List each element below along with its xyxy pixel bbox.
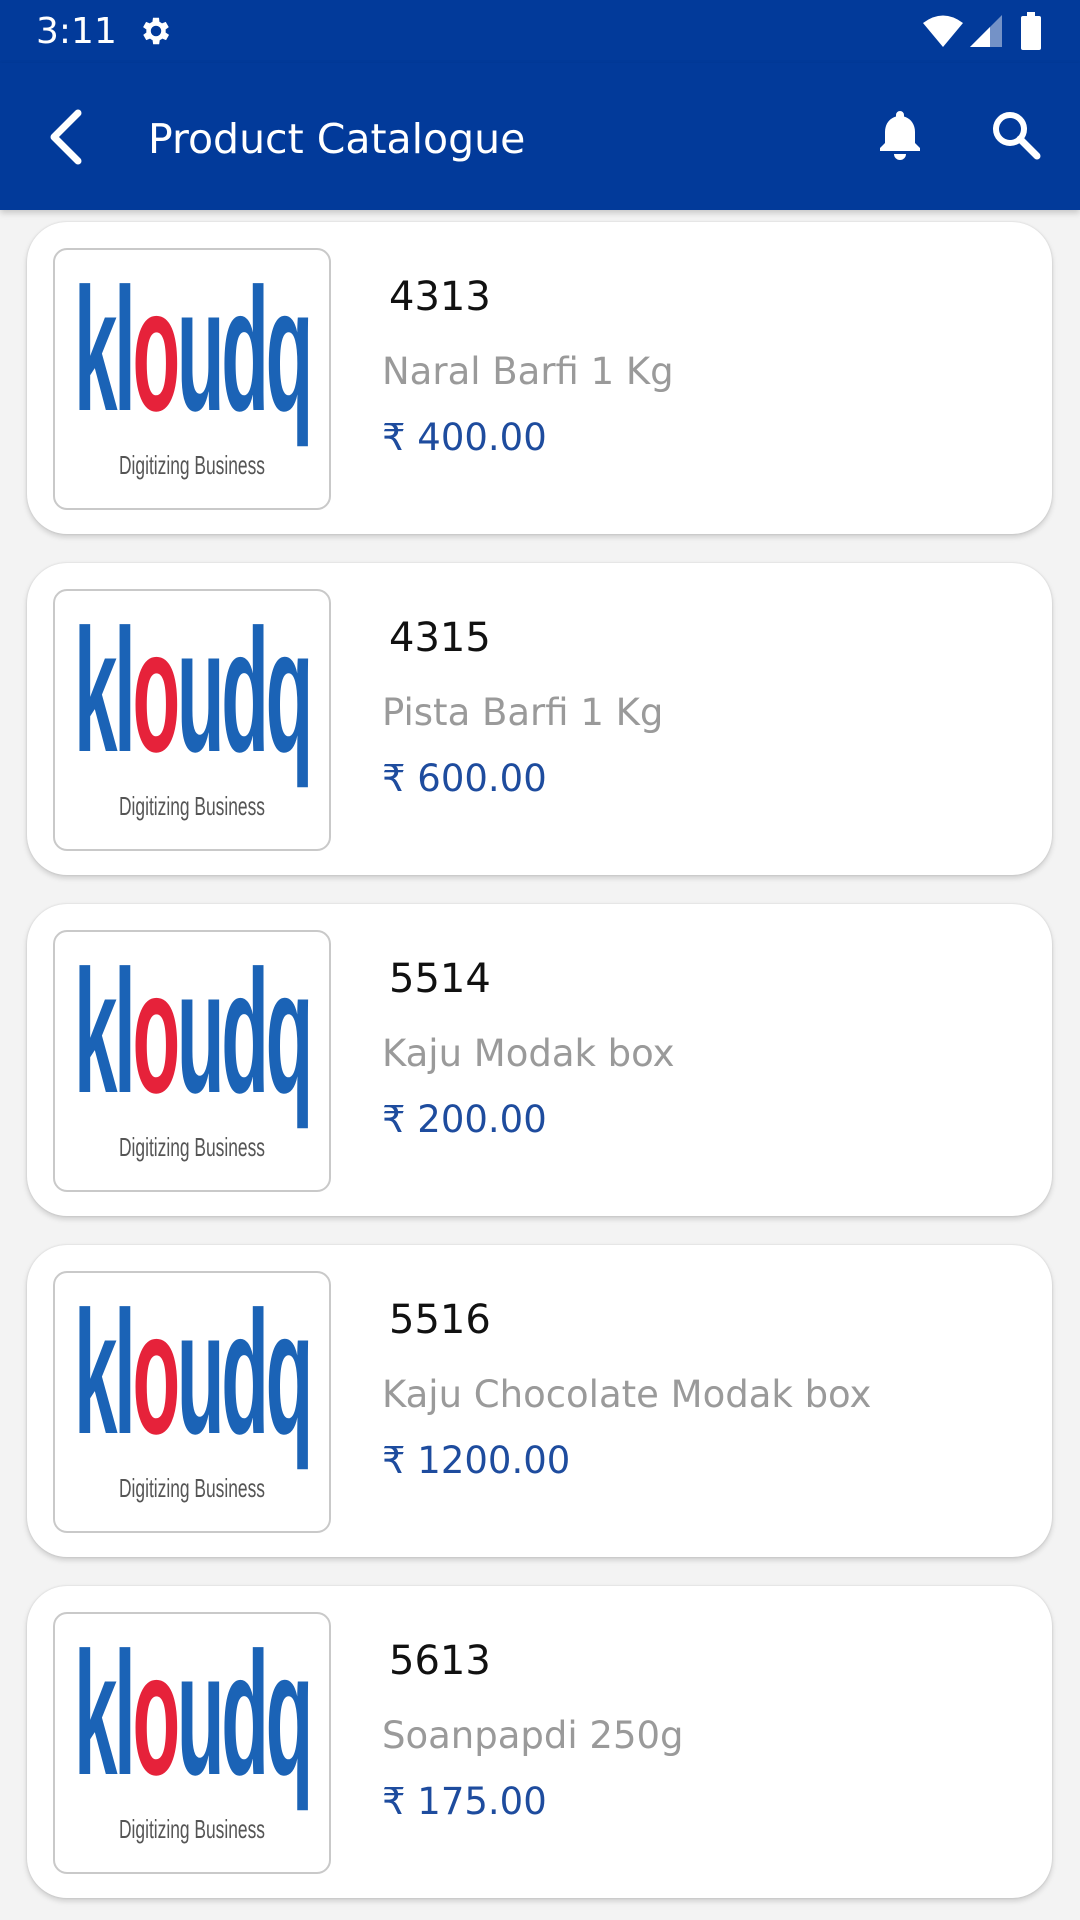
svg-text:Digitizing Business: Digitizing Business bbox=[119, 1132, 265, 1162]
kloudq-logo: kloudq Digitizing Business bbox=[74, 1275, 316, 1503]
product-name: Soanpapdi 250g bbox=[382, 1714, 684, 1757]
svg-text:kloudq: kloudq bbox=[74, 252, 310, 447]
signal-icon bbox=[968, 14, 1004, 48]
bell-icon bbox=[878, 109, 922, 165]
notifications-button[interactable] bbox=[868, 101, 932, 173]
back-button[interactable] bbox=[30, 103, 102, 175]
product-name: Pista Barfi 1 Kg bbox=[382, 691, 664, 734]
product-image: kloudq Digitizing Business bbox=[53, 930, 331, 1192]
product-name: Naral Barfi 1 Kg bbox=[382, 350, 674, 393]
product-price: ₹ 175.00 bbox=[382, 1780, 547, 1823]
status-time: 3:11 bbox=[36, 11, 117, 52]
product-image: kloudq Digitizing Business bbox=[53, 589, 331, 851]
product-price: ₹ 200.00 bbox=[382, 1098, 547, 1141]
product-code: 5516 bbox=[389, 1297, 491, 1343]
product-price: ₹ 600.00 bbox=[382, 757, 547, 800]
kloudq-logo: kloudq Digitizing Business bbox=[74, 593, 316, 821]
product-image: kloudq Digitizing Business bbox=[53, 1612, 331, 1874]
product-code: 4313 bbox=[389, 274, 491, 320]
search-icon bbox=[990, 109, 1042, 165]
product-image: kloudq Digitizing Business bbox=[53, 248, 331, 510]
svg-text:Digitizing Business: Digitizing Business bbox=[119, 450, 265, 480]
product-card[interactable]: kloudq Digitizing Business 5514 Kaju Mod… bbox=[27, 904, 1052, 1216]
product-card[interactable]: kloudq Digitizing Business 5613 Soanpapd… bbox=[27, 1586, 1052, 1898]
product-code: 5514 bbox=[389, 956, 491, 1002]
product-code: 4315 bbox=[389, 615, 491, 661]
product-code: 5613 bbox=[389, 1638, 491, 1684]
product-image: kloudq Digitizing Business bbox=[53, 1271, 331, 1533]
svg-text:Digitizing Business: Digitizing Business bbox=[119, 791, 265, 821]
status-bar: 3:11 bbox=[0, 0, 1080, 63]
product-price: ₹ 1200.00 bbox=[382, 1439, 571, 1482]
kloudq-logo: kloudq Digitizing Business bbox=[74, 934, 316, 1162]
back-arrow-icon bbox=[46, 109, 86, 169]
svg-text:Digitizing Business: Digitizing Business bbox=[119, 1814, 265, 1844]
product-card[interactable]: kloudq Digitizing Business 5516 Kaju Cho… bbox=[27, 1245, 1052, 1557]
svg-text:kloudq: kloudq bbox=[74, 1616, 310, 1811]
product-card[interactable]: kloudq Digitizing Business 4313 Naral Ba… bbox=[27, 222, 1052, 534]
app-bar: Product Catalogue bbox=[0, 63, 1080, 210]
product-name: Kaju Chocolate Modak box bbox=[382, 1373, 872, 1416]
battery-icon bbox=[1020, 12, 1042, 50]
svg-text:Digitizing Business: Digitizing Business bbox=[119, 1473, 265, 1503]
svg-text:kloudq: kloudq bbox=[74, 1275, 310, 1470]
kloudq-logo: kloudq Digitizing Business bbox=[74, 1616, 316, 1844]
product-price: ₹ 400.00 bbox=[382, 416, 547, 459]
page-title: Product Catalogue bbox=[148, 115, 526, 163]
svg-text:kloudq: kloudq bbox=[74, 593, 310, 788]
product-name: Kaju Modak box bbox=[382, 1032, 675, 1075]
product-card[interactable]: kloudq Digitizing Business 4315 Pista Ba… bbox=[27, 563, 1052, 875]
svg-text:kloudq: kloudq bbox=[74, 934, 310, 1129]
gear-icon bbox=[138, 13, 174, 49]
wifi-icon bbox=[922, 14, 964, 48]
search-button[interactable] bbox=[980, 101, 1052, 173]
kloudq-logo: kloudq Digitizing Business bbox=[74, 252, 316, 480]
